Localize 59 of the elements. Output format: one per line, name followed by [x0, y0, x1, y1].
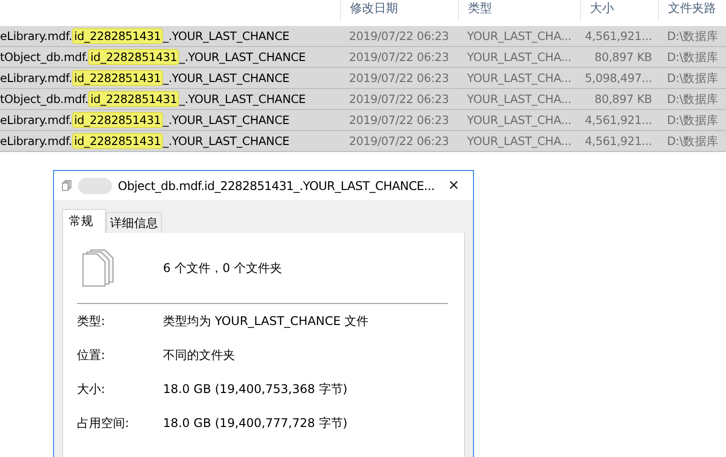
- property-label: 占用空间:: [77, 414, 130, 432]
- size-cell-text: 4,561,921...: [584, 29, 653, 43]
- copy-icon: [62, 179, 72, 192]
- files-icon: [81, 249, 115, 287]
- tab[interactable]: 详细信息: [106, 212, 162, 233]
- size-cell-text: 5,098,497...: [584, 71, 653, 85]
- type-cell-text: YOUR_LAST_CHA...: [466, 113, 572, 127]
- file-row[interactable]: tObject_db.mdf. id_2282851431 _.YOUR_LAST_CHANCE 2019/07/22 06:23 YOUR_LAST_CHA... 80,897 KB D:\数据库: [0, 47, 726, 68]
- property-label: 类型:: [77, 312, 106, 330]
- type-cell-text: YOUR_LAST_CHA...: [466, 50, 572, 64]
- property-value: 类型均为 YOUR_LAST_CHANCE 文件: [163, 312, 370, 330]
- size-cell-text: 80,897 KB: [593, 92, 653, 106]
- path-cell-text: D:\数据库: [666, 50, 720, 64]
- search-highlight: id_2282851431: [72, 112, 163, 128]
- file-name: tObject_db.mdf.: [0, 92, 88, 106]
- selection-summary: 6 个文件，0 个文件夹: [163, 260, 282, 276]
- file-name: _.YOUR_LAST_CHANCE: [179, 50, 306, 64]
- type-cell-text: YOUR_LAST_CHA...: [466, 92, 572, 106]
- column-header[interactable]: 类型: [458, 0, 580, 20]
- size-cell-text: 4,561,921...: [584, 113, 653, 127]
- path-cell-text: D:\数据库: [666, 28, 720, 44]
- property-label: 大小:: [77, 380, 106, 398]
- search-highlight: id_2282851431: [72, 28, 163, 44]
- file-name: eLibrary.mdf.: [0, 71, 72, 85]
- date-cell-text: 2019/07/22 06:23: [348, 92, 450, 106]
- file-name: eLibrary.mdf.: [0, 29, 72, 43]
- property-value: 不同的文件夹: [163, 346, 236, 364]
- file-name: eLibrary.mdf.: [0, 113, 72, 127]
- date-cell-text: 2019/07/22 06:23: [348, 134, 450, 148]
- property-value: 18.0 GB (19,400,753,368 字节): [163, 380, 348, 398]
- search-highlight: id_2282851431: [88, 91, 180, 107]
- date-cell-text: 2019/07/22 06:23: [348, 71, 450, 85]
- search-highlight: id_2282851431: [72, 70, 163, 86]
- file-row[interactable]: tObject_db.mdf. id_2282851431 _.YOUR_LAST_CHANCE 2019/07/22 06:23 YOUR_LAST_CHA... 80,897 KB D:\数据库: [0, 89, 726, 110]
- column-header[interactable]: 修改日期: [340, 0, 458, 20]
- window-title: Object_db.mdf.id_2282851431_.YOUR_LAST_CHANCE...: [118, 178, 434, 192]
- type-cell-text: YOUR_LAST_CHA...: [466, 29, 572, 43]
- date-cell-text: 2019/07/22 06:23: [348, 113, 450, 127]
- path-cell-text: D:\数据库: [666, 112, 720, 128]
- column-header[interactable]: 文件夹路: [658, 0, 726, 20]
- type-cell-text: YOUR_LAST_CHA...: [466, 134, 572, 148]
- file-name: eLibrary.mdf.: [0, 134, 72, 148]
- date-cell-text: 2019/07/22 06:23: [348, 50, 450, 64]
- property-value: 18.0 GB (19,400,777,728 字节): [163, 414, 348, 432]
- close-button[interactable]: ×: [440, 175, 467, 196]
- column-header[interactable]: 大小: [580, 0, 658, 20]
- search-highlight: id_2282851431: [72, 133, 163, 149]
- path-cell-text: D:\数据库: [666, 92, 720, 106]
- path-cell-text: D:\数据库: [666, 134, 720, 148]
- search-highlight: id_2282851431: [88, 49, 180, 65]
- type-cell-text: YOUR_LAST_CHA...: [466, 71, 572, 85]
- property-label: 位置:: [77, 346, 106, 364]
- size-cell-text: 4,561,921...: [584, 134, 653, 148]
- file-name: _.YOUR_LAST_CHANCE: [179, 92, 306, 106]
- size-cell-text: 80,897 KB: [593, 50, 653, 64]
- path-cell-text: D:\数据库: [666, 70, 720, 86]
- file-name: tObject_db.mdf.: [0, 50, 88, 64]
- tab[interactable]: 常规: [62, 209, 106, 233]
- date-cell-text: 2019/07/22 06:23: [348, 29, 450, 43]
